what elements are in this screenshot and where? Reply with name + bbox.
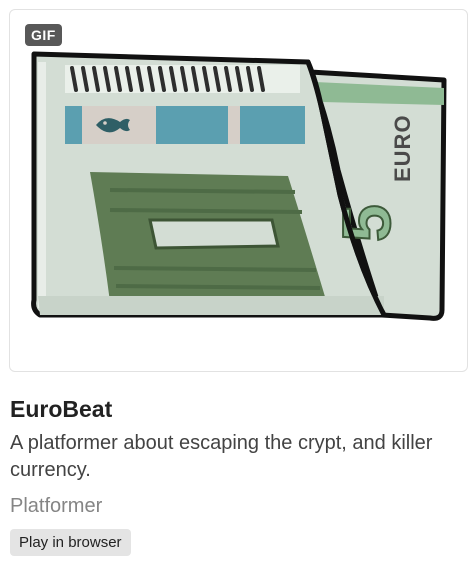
play-in-browser-button[interactable]: Play in browser [10,529,131,556]
euro-banknote-illustration: 5 EURO [31,51,447,321]
game-description: A platformer about escaping the crypt, a… [10,432,433,481]
note-value-text: 5 [329,204,405,242]
game-cell: 5 EURO GIF EuroBeat A platformer about e… [0,0,475,571]
game-genre: Platformer [10,495,103,517]
game-title[interactable]: EuroBeat [10,394,112,424]
game-thumbnail[interactable]: 5 EURO [9,9,468,372]
gif-badge: GIF [25,24,62,46]
note-currency-text: EURO [390,114,415,182]
